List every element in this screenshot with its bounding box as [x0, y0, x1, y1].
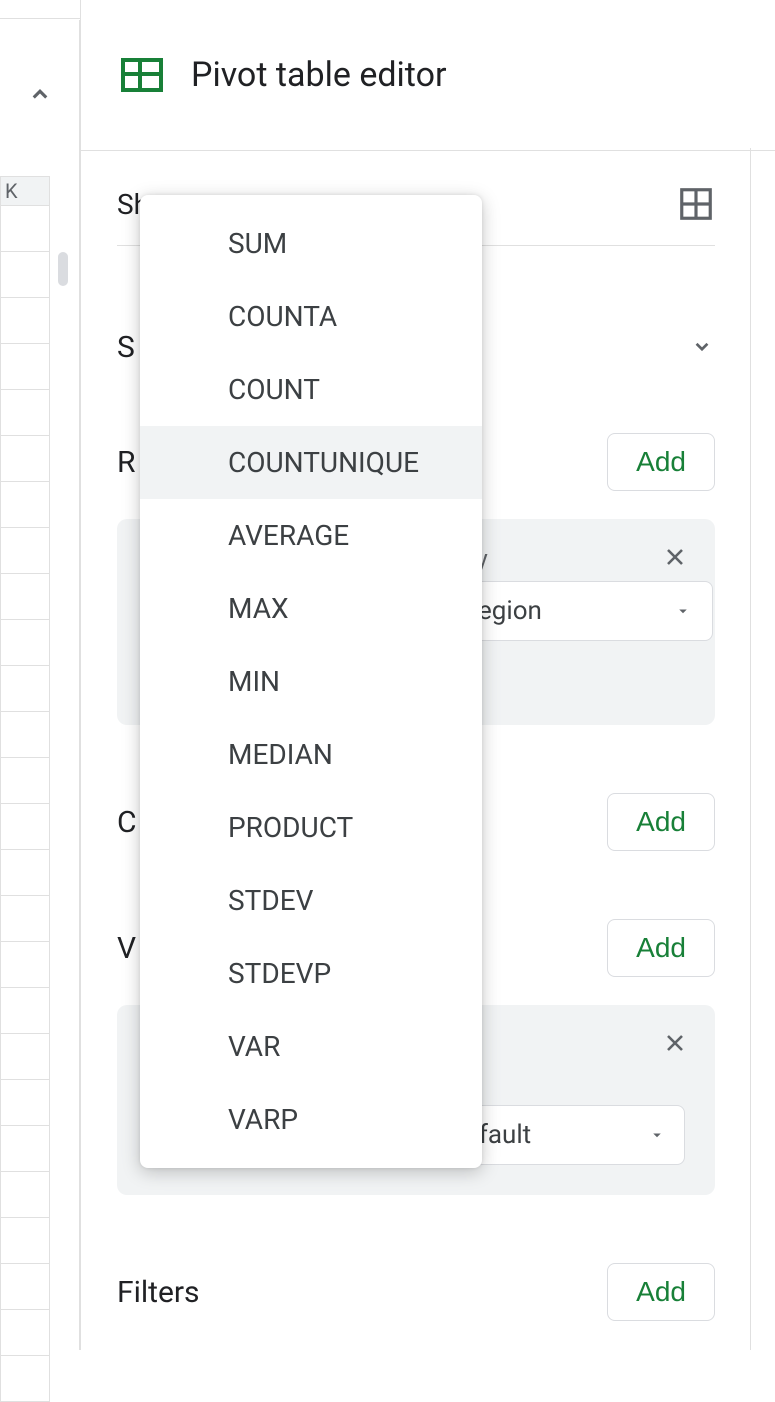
vertical-scrollbar-thumb[interactable]	[58, 252, 68, 286]
filters-label: Filters	[117, 1275, 200, 1310]
row-header[interactable]	[0, 1080, 50, 1126]
pivot-table-icon	[121, 58, 163, 92]
row-header[interactable]	[0, 1356, 50, 1402]
row-header[interactable]	[0, 344, 50, 390]
dropdown-item-varp[interactable]: VARP	[140, 1083, 482, 1156]
row-header[interactable]	[0, 1034, 50, 1080]
columns-label-partial: C	[117, 805, 137, 840]
rows-label-partial: R	[117, 445, 136, 480]
row-header[interactable]	[0, 574, 50, 620]
row-header[interactable]	[0, 436, 50, 482]
grid-layout-icon[interactable]	[677, 185, 715, 223]
row-header[interactable]	[0, 1172, 50, 1218]
dropdown-item-countunique[interactable]: COUNTUNIQUE	[140, 426, 482, 499]
row-header[interactable]	[0, 804, 50, 850]
row-header[interactable]	[0, 988, 50, 1034]
dropdown-item-product[interactable]: PRODUCT	[140, 791, 482, 864]
row-header[interactable]	[0, 666, 50, 712]
values-label-partial: V	[117, 931, 136, 966]
sort-by-value-partial: egion	[478, 596, 542, 626]
row-header[interactable]	[0, 1218, 50, 1264]
dropdown-item-average[interactable]: AVERAGE	[140, 499, 482, 572]
row-header[interactable]	[0, 298, 50, 344]
close-icon[interactable]	[661, 543, 689, 575]
add-filters-button[interactable]: Add	[607, 1263, 715, 1321]
add-rows-button[interactable]: Add	[607, 433, 715, 491]
dropdown-item-stdevp[interactable]: STDEVP	[140, 937, 482, 1010]
caret-down-icon	[648, 1126, 666, 1144]
row-header[interactable]	[0, 1264, 50, 1310]
close-icon[interactable]	[661, 1029, 689, 1061]
dropdown-item-median[interactable]: MEDIAN	[140, 718, 482, 791]
spreadsheet-gutter: K	[0, 20, 80, 1350]
dropdown-item-stdev[interactable]: STDEV	[140, 864, 482, 937]
caret-down-icon	[674, 602, 692, 620]
row-header[interactable]	[0, 528, 50, 574]
add-values-button[interactable]: Add	[607, 919, 715, 977]
dropdown-item-count[interactable]: COUNT	[140, 353, 482, 426]
dropdown-item-max[interactable]: MAX	[140, 572, 482, 645]
chevron-down-icon	[689, 333, 715, 363]
add-columns-button[interactable]: Add	[607, 793, 715, 851]
dropdown-item-var[interactable]: VAR	[140, 1010, 482, 1083]
panel-title: Pivot table editor	[191, 55, 447, 95]
row-header[interactable]	[0, 758, 50, 804]
row-header[interactable]	[0, 712, 50, 758]
filters-section-header: Filters Add	[117, 1263, 715, 1321]
collapse-panel-chevron[interactable]	[25, 80, 55, 114]
panel-header: Pivot table editor	[81, 0, 775, 151]
row-header[interactable]	[0, 896, 50, 942]
row-header[interactable]	[0, 1310, 50, 1356]
row-header[interactable]	[0, 850, 50, 896]
summarize-function-dropdown[interactable]: SUMCOUNTACOUNTCOUNTUNIQUEAVERAGEMAXMINME…	[140, 195, 482, 1168]
sort-by-select[interactable]: egion	[457, 581, 713, 641]
suggested-label-partial: S	[117, 330, 135, 365]
dropdown-item-sum[interactable]: SUM	[140, 207, 482, 280]
row-header[interactable]	[0, 390, 50, 436]
row-header[interactable]	[0, 252, 50, 298]
row-header[interactable]	[0, 1126, 50, 1172]
dropdown-item-min[interactable]: MIN	[140, 645, 482, 718]
row-header[interactable]	[0, 942, 50, 988]
row-header[interactable]	[0, 620, 50, 666]
column-header-K[interactable]: K	[0, 176, 50, 206]
row-header[interactable]	[0, 206, 50, 252]
row-header[interactable]	[0, 482, 50, 528]
dropdown-item-counta[interactable]: COUNTA	[140, 280, 482, 353]
